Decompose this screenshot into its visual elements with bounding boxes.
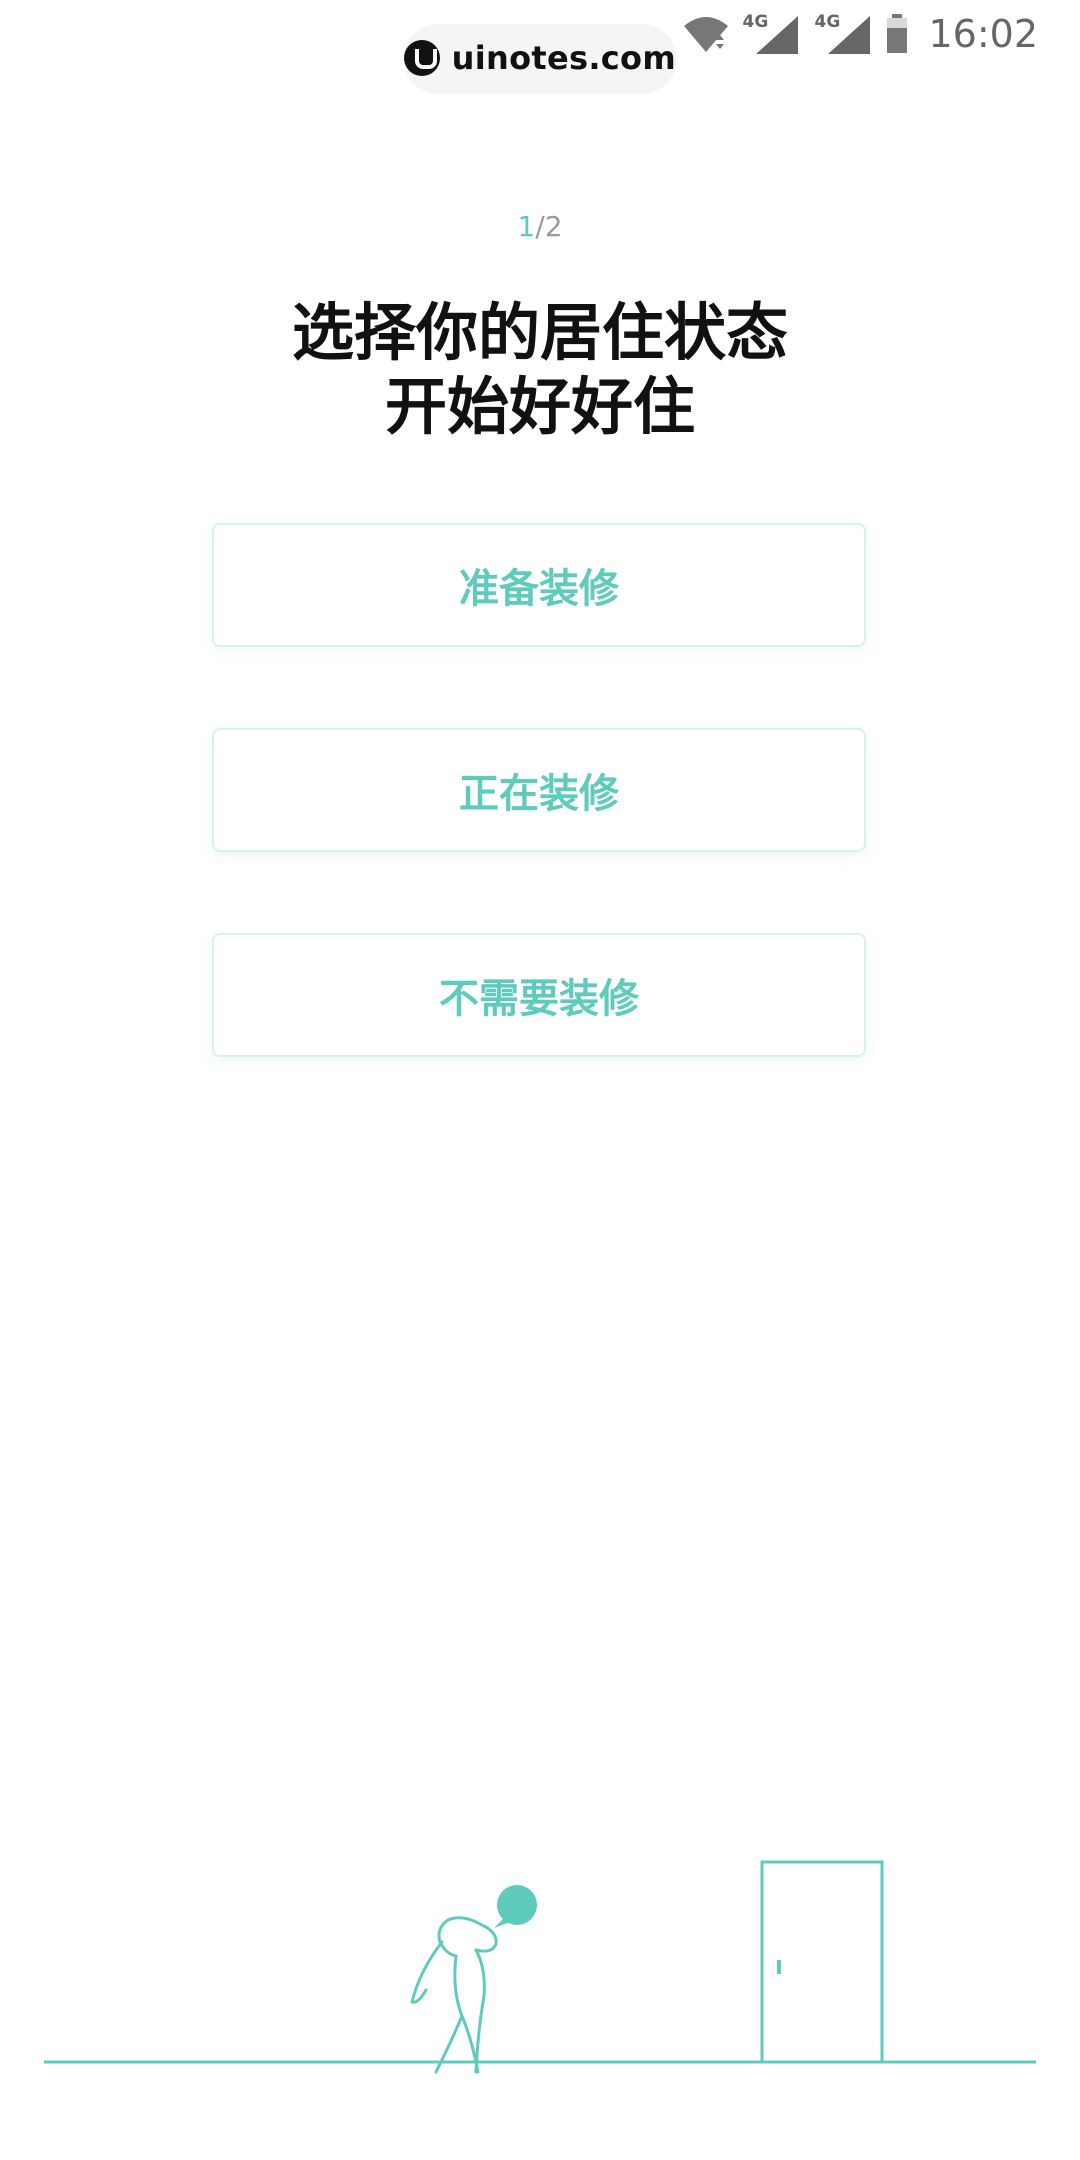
speech-bubble-icon: [494, 1885, 537, 1928]
step-total: /2: [535, 210, 563, 243]
option-renovating-button[interactable]: 正在装修: [212, 728, 866, 852]
option-preparing-renovation-button[interactable]: 准备装修: [212, 523, 866, 647]
door-illustration: [760, 1860, 884, 2062]
option-no-renovation-button[interactable]: 不需要装修: [212, 933, 866, 1057]
bottom-illustration: [44, 1860, 1036, 2074]
page-title: 选择你的居住状态 开始好好住: [0, 296, 1080, 444]
page-title-line-1: 选择你的居住状态: [291, 296, 788, 369]
step-current: 1: [517, 210, 536, 243]
option-label: 准备装修: [459, 566, 619, 612]
watermark-badge: uinotes.com: [404, 24, 676, 92]
option-label: 不需要装修: [439, 976, 639, 1022]
signal-icon: [756, 16, 799, 54]
wifi-icon: [684, 17, 729, 52]
person-illustration: [410, 1916, 498, 2074]
watermark-logo-icon: [404, 40, 440, 76]
status-time: 16:02: [928, 12, 1038, 56]
status-icons: 4G 4G 16:02: [682, 8, 1038, 60]
watermark-text: uinotes.com: [451, 39, 676, 77]
sim1-signal: 4G: [742, 12, 802, 56]
status-bar: uinotes.com 4G 4G 16:02: [0, 0, 1080, 92]
sim2-signal: 4G: [814, 12, 874, 56]
battery-icon: [887, 14, 908, 53]
page-title-line-2: 开始好好住: [384, 370, 695, 443]
signal-icon: [828, 16, 871, 54]
step-indicator: 1/2: [0, 210, 1080, 243]
option-label: 正在装修: [459, 771, 619, 817]
